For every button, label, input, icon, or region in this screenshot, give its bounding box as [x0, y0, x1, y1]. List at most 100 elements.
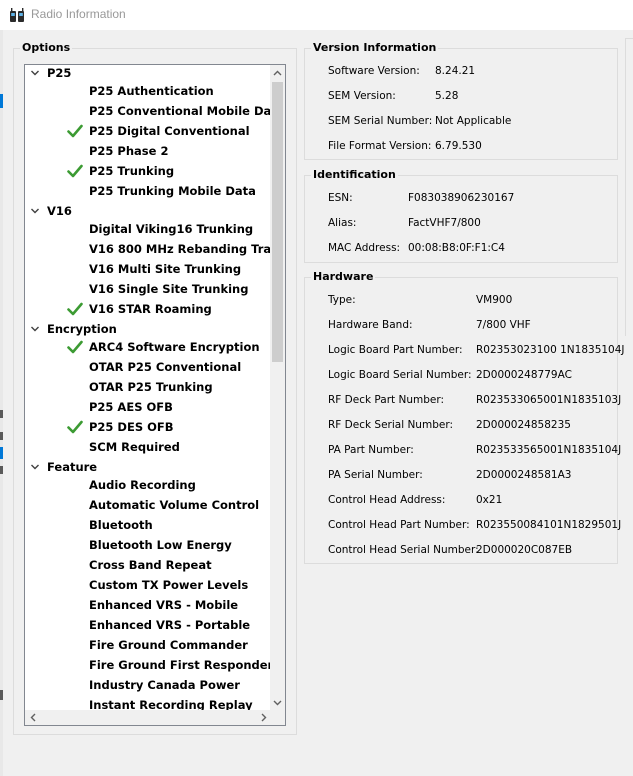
- tree-item-label: Automatic Volume Control: [89, 498, 260, 512]
- tree-item[interactable]: V16 800 MHz Rebanding Transiti: [25, 239, 271, 259]
- chevron-left-icon: [30, 713, 35, 722]
- tree-category[interactable]: Feature: [25, 457, 271, 477]
- chevron-down-icon: [273, 700, 282, 705]
- radio-icon: [10, 8, 24, 22]
- tree-item-label: Industry Canada Power: [89, 678, 240, 692]
- edge-mark: [0, 447, 3, 459]
- tree-item[interactable]: Bluetooth Low Energy: [25, 535, 271, 555]
- tree-item[interactable]: P25 DES OFB: [25, 417, 271, 437]
- window-title: Radio Information: [31, 7, 126, 21]
- tree-item[interactable]: SCM Required: [25, 437, 271, 457]
- tree-item-label: Bluetooth Low Energy: [89, 538, 232, 552]
- info-value: R023550084101N1829501J: [476, 519, 622, 531]
- tree-item[interactable]: Instant Recording Replay: [25, 695, 271, 710]
- tree-item[interactable]: Enhanced VRS - Portable: [25, 615, 271, 635]
- tree-item-label: Audio Recording: [89, 478, 196, 492]
- tree-item[interactable]: Industry Canada Power: [25, 675, 271, 695]
- info-value: FactVHF7/800: [408, 217, 481, 229]
- tree-item[interactable]: P25 Digital Conventional: [25, 121, 271, 141]
- tree-item[interactable]: V16 STAR Roaming: [25, 299, 271, 319]
- tree-item-label: V16 Multi Site Trunking: [89, 262, 242, 276]
- scroll-left-button[interactable]: [25, 710, 40, 725]
- tree-category-label: V16: [47, 204, 72, 218]
- tree-item[interactable]: Cross Band Repeat: [25, 555, 271, 575]
- info-label: RF Deck Part Number:: [328, 394, 445, 406]
- scroll-down-button[interactable]: [270, 695, 285, 710]
- tree-category-label: Encryption: [47, 322, 117, 336]
- tree-item-label: Bluetooth: [89, 518, 153, 532]
- tree-item[interactable]: P25 Conventional Mobile Data: [25, 101, 271, 121]
- tree-item[interactable]: P25 Authentication: [25, 81, 271, 101]
- tree-category[interactable]: V16: [25, 201, 271, 221]
- chevron-down-icon[interactable]: [30, 201, 40, 221]
- edge-mark: [0, 466, 3, 474]
- checkmark-icon: [67, 164, 83, 178]
- info-value: 0x21: [476, 494, 503, 506]
- chevron-right-icon: [261, 713, 266, 722]
- tree-item-label: P25 Authentication: [89, 84, 214, 98]
- checkmark-icon: [67, 302, 83, 316]
- tree-item[interactable]: V16 Multi Site Trunking: [25, 259, 271, 279]
- tree-item-label: Digital Viking16 Trunking: [89, 222, 254, 236]
- info-label: Control Head Part Number:: [328, 519, 470, 531]
- chevron-down-icon[interactable]: [30, 319, 40, 339]
- tree-item[interactable]: Fire Ground Commander: [25, 635, 271, 655]
- info-label: PA Serial Number:: [328, 469, 423, 481]
- identification-group: Identification ESN: F083038906230167 Ali…: [304, 168, 618, 263]
- scroll-right-button[interactable]: [256, 710, 271, 725]
- tree-item[interactable]: ARC4 Software Encryption: [25, 337, 271, 357]
- info-label: RF Deck Serial Number:: [328, 419, 453, 431]
- tree-item[interactable]: OTAR P25 Trunking: [25, 377, 271, 397]
- edge-mark: [0, 690, 3, 700]
- tree-item[interactable]: P25 Phase 2: [25, 141, 271, 161]
- info-label: SEM Serial Number:: [328, 115, 433, 127]
- scroll-up-button[interactable]: [270, 65, 285, 80]
- adjacent-panel-edge: [625, 38, 633, 336]
- version-information-group: Version Information Software Version: 8.…: [304, 41, 618, 160]
- identification-legend: Identification: [311, 168, 398, 181]
- options-tree-viewport: P25 P25 Authentication P25 Conventional Mo…: [25, 65, 271, 710]
- options-tree[interactable]: P25 P25 Authentication P25 Conventional Mo…: [24, 64, 286, 726]
- tree-item-label: Cross Band Repeat: [89, 558, 212, 572]
- tree-item-label: P25 Conventional Mobile Data: [89, 104, 271, 118]
- info-value: 2D000020C087EB: [476, 544, 573, 556]
- tree-item-label: P25 Trunking Mobile Data: [89, 184, 256, 198]
- tree-item[interactable]: Custom TX Power Levels: [25, 575, 271, 595]
- tree-item[interactable]: OTAR P25 Conventional: [25, 357, 271, 377]
- info-value: 5.28: [435, 90, 459, 102]
- info-label: MAC Address:: [328, 242, 401, 254]
- info-value: R02353023100 1N1835104J: [476, 344, 625, 356]
- edge-mark: [0, 432, 3, 440]
- tree-item-label: Enhanced VRS - Portable: [89, 618, 251, 632]
- info-value: 2D0000248581A3: [476, 469, 572, 481]
- tree-item[interactable]: Fire Ground First Responder: [25, 655, 271, 675]
- tree-item[interactable]: Audio Recording: [25, 475, 271, 495]
- info-value: F083038906230167: [408, 192, 515, 204]
- info-label: Logic Board Part Number:: [328, 344, 463, 356]
- tree-item[interactable]: P25 AES OFB: [25, 397, 271, 417]
- tree-category[interactable]: Encryption: [25, 319, 271, 339]
- info-label: SEM Version:: [328, 90, 396, 102]
- options-legend: Options: [20, 41, 73, 54]
- info-value: 00:08:B8:0F:F1:C4: [408, 242, 505, 254]
- info-value: 6.79.530: [435, 140, 482, 152]
- tree-item[interactable]: P25 Trunking: [25, 161, 271, 181]
- chevron-down-icon[interactable]: [30, 457, 40, 477]
- tree-item[interactable]: Automatic Volume Control: [25, 495, 271, 515]
- version-information-legend: Version Information: [311, 41, 439, 54]
- tree-item[interactable]: Bluetooth: [25, 515, 271, 535]
- info-value: Not Applicable: [435, 115, 512, 127]
- tree-item[interactable]: Enhanced VRS - Mobile: [25, 595, 271, 615]
- hardware-legend: Hardware: [311, 270, 376, 283]
- tree-item[interactable]: P25 Trunking Mobile Data: [25, 181, 271, 201]
- vertical-scrollbar[interactable]: [270, 65, 285, 710]
- tree-item-label: V16 800 MHz Rebanding Transiti: [89, 242, 271, 256]
- scroll-corner: [270, 710, 285, 725]
- horizontal-scrollbar[interactable]: [25, 710, 271, 725]
- tree-item-label: OTAR P25 Trunking: [89, 380, 213, 394]
- tree-item[interactable]: Digital Viking16 Trunking: [25, 219, 271, 239]
- tree-item-label: SCM Required: [89, 440, 180, 454]
- vertical-scroll-thumb[interactable]: [272, 82, 283, 362]
- tree-item[interactable]: V16 Single Site Trunking: [25, 279, 271, 299]
- tree-item-label: ARC4 Software Encryption: [89, 340, 260, 354]
